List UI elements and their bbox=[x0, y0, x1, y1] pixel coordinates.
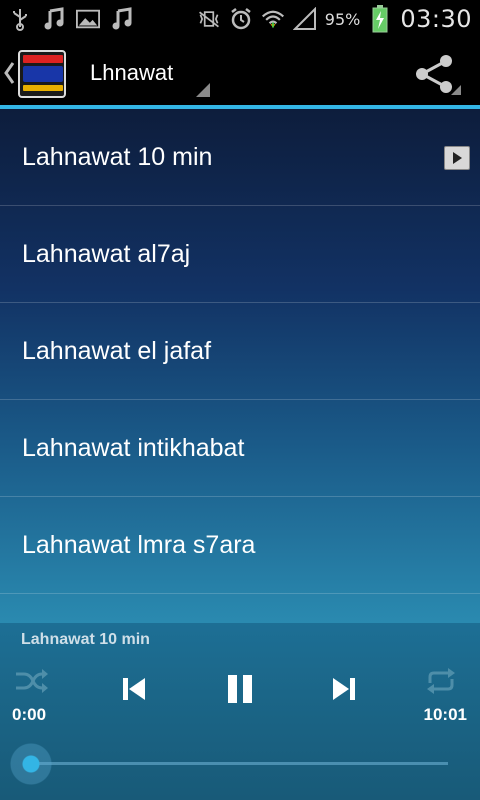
status-clock: 03:30 bbox=[400, 5, 472, 33]
vibrate-mute-icon bbox=[197, 7, 221, 31]
list-item[interactable]: Lahnawat lmra s7ara bbox=[0, 497, 480, 594]
app-logo-icon[interactable] bbox=[18, 50, 66, 98]
image-icon bbox=[76, 7, 100, 31]
seek-thumb[interactable] bbox=[10, 743, 52, 785]
repeat-icon bbox=[427, 668, 455, 694]
back-chevron-icon[interactable] bbox=[2, 60, 16, 86]
now-playing-title: Lahnawat 10 min bbox=[21, 631, 150, 648]
status-bar: 95% 03:30 bbox=[0, 0, 480, 38]
list-item[interactable]: Lahnawat 10 min bbox=[0, 109, 480, 206]
previous-button[interactable] bbox=[118, 673, 150, 705]
next-button[interactable] bbox=[328, 673, 360, 705]
list-item[interactable]: Lahnawat el jafaf bbox=[0, 303, 480, 400]
current-time: 0:00 bbox=[12, 705, 47, 724]
shuffle-button[interactable] bbox=[14, 667, 50, 695]
seek-bar[interactable] bbox=[32, 762, 448, 765]
repeat-button[interactable] bbox=[424, 667, 458, 695]
track-list: Lahnawat 10 min Lahnawat al7aj Lahnawat … bbox=[0, 109, 480, 623]
dropdown-corner-icon bbox=[196, 83, 210, 97]
track-title: Lahnawat lmra s7ara bbox=[22, 530, 256, 559]
now-playing-icon bbox=[444, 146, 470, 170]
app-title[interactable]: Lhnawat bbox=[90, 60, 173, 86]
list-item[interactable]: Lahnawat al7aj bbox=[0, 206, 480, 303]
previous-icon bbox=[123, 678, 145, 700]
battery-charging-icon bbox=[368, 5, 392, 33]
track-title: Lahnawat intikhabat bbox=[22, 433, 245, 462]
music-note-icon bbox=[110, 7, 134, 31]
track-title: Lahnawat el jafaf bbox=[22, 336, 212, 365]
shuffle-icon bbox=[16, 669, 48, 693]
usb-icon bbox=[8, 7, 32, 31]
list-item[interactable]: Lahnawat intikhabat bbox=[0, 400, 480, 497]
signal-icon bbox=[292, 7, 317, 31]
next-icon bbox=[333, 678, 355, 700]
duration-time: 10:01 bbox=[423, 705, 467, 724]
pause-button[interactable] bbox=[222, 671, 258, 707]
overflow-corner-icon bbox=[451, 85, 461, 95]
wifi-icon bbox=[261, 7, 285, 31]
music-note-icon bbox=[42, 7, 66, 31]
pause-icon bbox=[228, 675, 252, 703]
alarm-icon bbox=[229, 7, 253, 31]
track-title: Lahnawat al7aj bbox=[22, 239, 191, 268]
action-bar: Lhnawat bbox=[0, 38, 480, 108]
player-panel: Lahnawat 10 min 0:00 10:01 bbox=[0, 623, 480, 800]
battery-percent: 95% bbox=[324, 9, 361, 29]
track-title: Lahnawat 10 min bbox=[22, 142, 213, 171]
